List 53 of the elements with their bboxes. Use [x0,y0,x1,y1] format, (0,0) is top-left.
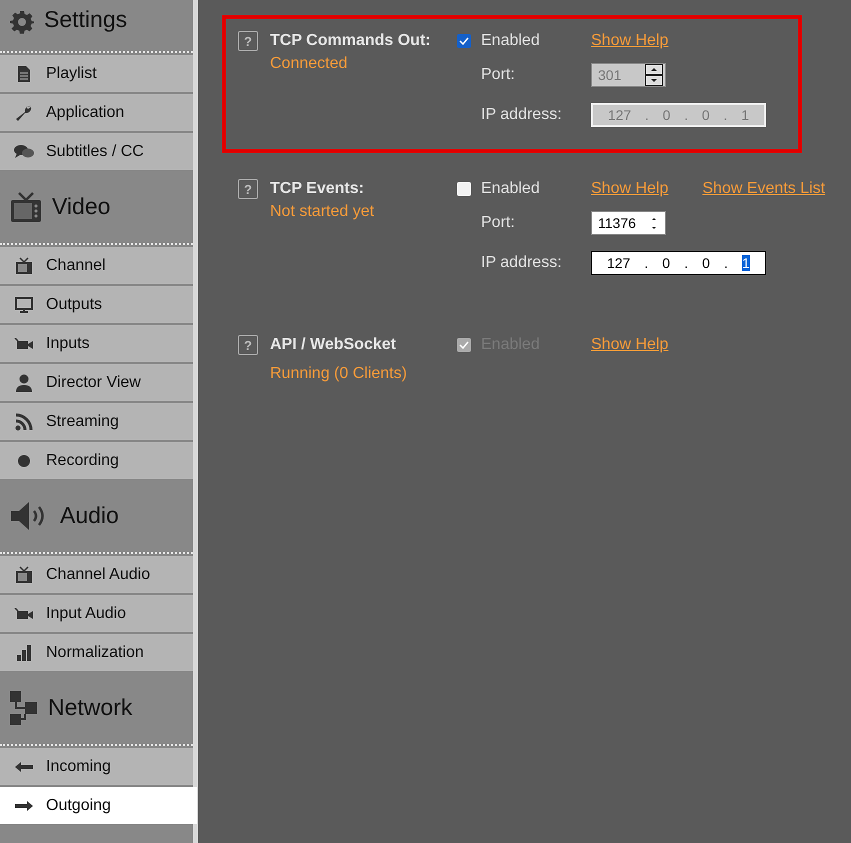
help-button[interactable]: ? [238,335,258,355]
sidebar-item[interactable]: Inputs [0,325,193,362]
person-icon [15,374,33,392]
port-field[interactable]: 11376 [591,211,666,235]
section-title: Video [52,193,110,220]
checkbox[interactable] [457,34,471,48]
monitor-icon [15,296,33,312]
arrow-right-icon [15,800,33,810]
sidebar-item[interactable]: Incoming [0,748,193,785]
tv-icon [15,566,33,584]
checkbox-label: Enabled [481,32,541,50]
bar-chart-icon [16,644,32,660]
gear-icon [10,10,34,34]
status-text: Running (0 Clients) [270,365,408,383]
sidebar-item[interactable]: Recording [0,442,193,479]
sidebar-item[interactable]: Streaming [0,403,193,440]
rss-icon [15,412,33,430]
field-label: IP address: [481,106,563,124]
section-title: Network [48,694,132,721]
sidebar-item[interactable]: Outputs [0,286,193,323]
sidebar-item[interactable]: Normalization [0,634,193,671]
document-icon [17,66,31,82]
arrow-left-icon [15,762,33,772]
help-button[interactable]: ? [238,179,258,199]
status-text: Not started yet [270,203,376,221]
tv-icon [15,256,33,274]
sidebar-item[interactable]: Channel [0,247,193,284]
tv-icon [10,190,42,222]
network-icon [10,690,38,724]
status-text: Connected [270,55,348,73]
sidebar-item[interactable]: Input Audio [0,595,193,632]
service-title: API / WebSocket [270,336,397,354]
checkbox[interactable] [457,182,471,196]
sidebar-item[interactable]: Playlist [0,55,193,92]
field-label: Port: [481,66,516,84]
speech-bubbles-icon [14,144,34,158]
sidebar-item[interactable]: Director View [0,364,193,401]
checkbox-label: Enabled [481,180,541,198]
section-title: Audio [60,502,119,529]
help-button[interactable]: ? [238,31,258,51]
sidebar-item[interactable]: Outgoing [0,787,197,824]
service-title: TCP Events: [270,180,365,198]
field-label: Port: [481,214,516,232]
field-label: IP address: [481,254,563,272]
camera-icon [14,608,34,620]
sidebar-item[interactable]: Subtitles / CC [0,133,193,170]
record-dot-icon [17,454,31,468]
ip-address-field[interactable]: 127 . 0 . 0 . 1 [591,251,766,275]
service-title: TCP Commands Out: [270,32,432,50]
sidebar-item[interactable]: Application [0,94,193,131]
camera-icon [14,338,34,350]
section-title: Settings [44,6,128,33]
sidebar-item[interactable]: Channel Audio [0,556,193,593]
